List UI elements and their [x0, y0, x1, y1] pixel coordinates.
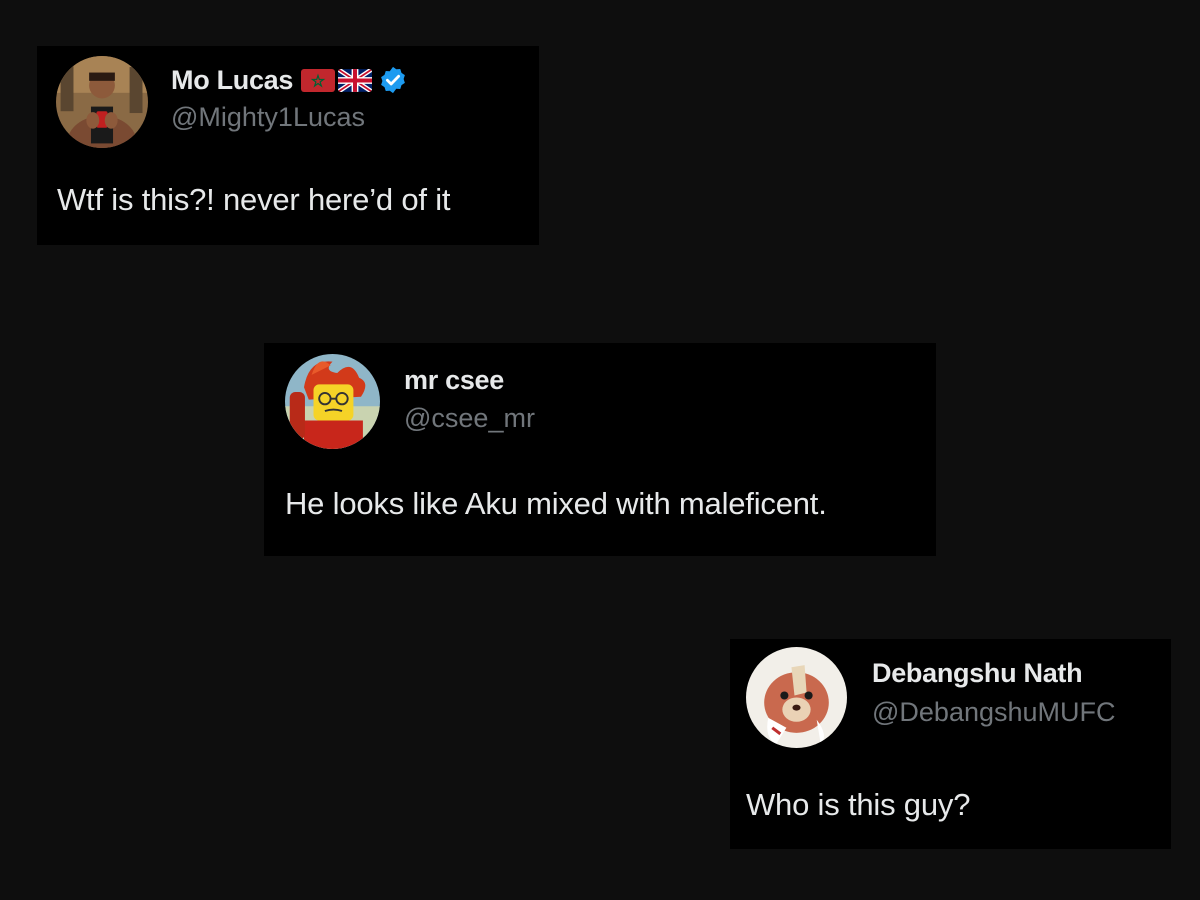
user-handle[interactable]: @DebangshuMUFC	[872, 697, 1116, 728]
name-row: mr csee	[404, 364, 504, 396]
display-name[interactable]: Debangshu Nath	[872, 658, 1083, 689]
morocco-flag-icon	[301, 68, 336, 92]
tweet-text: He looks like Aku mixed with maleficent.	[285, 486, 827, 521]
avatar[interactable]	[746, 647, 847, 748]
tweet-text: Who is this guy?	[746, 787, 971, 822]
user-handle[interactable]: @csee_mr	[404, 403, 535, 434]
tweet-card-debangshu-nath[interactable]: Debangshu Nath @DebangshuMUFC Who is thi…	[730, 639, 1171, 849]
tweet-card-mo-lucas[interactable]: Mo Lucas @Mighty1Lucas Wtf is this?! nev	[37, 46, 539, 245]
verified-badge-icon	[378, 65, 408, 95]
name-row: Mo Lucas	[171, 62, 408, 98]
display-name[interactable]: mr csee	[404, 365, 504, 396]
display-name[interactable]: Mo Lucas	[171, 65, 293, 96]
name-row: Debangshu Nath	[872, 655, 1083, 691]
uk-flag-icon	[338, 68, 373, 92]
avatar[interactable]	[56, 56, 148, 148]
avatar[interactable]	[285, 354, 380, 449]
tweet-card-mr-csee[interactable]: mr csee @csee_mr He looks like Aku mixed…	[264, 343, 936, 556]
tweet-text: Wtf is this?! never here’d of it	[57, 182, 451, 217]
user-handle[interactable]: @Mighty1Lucas	[171, 102, 365, 133]
